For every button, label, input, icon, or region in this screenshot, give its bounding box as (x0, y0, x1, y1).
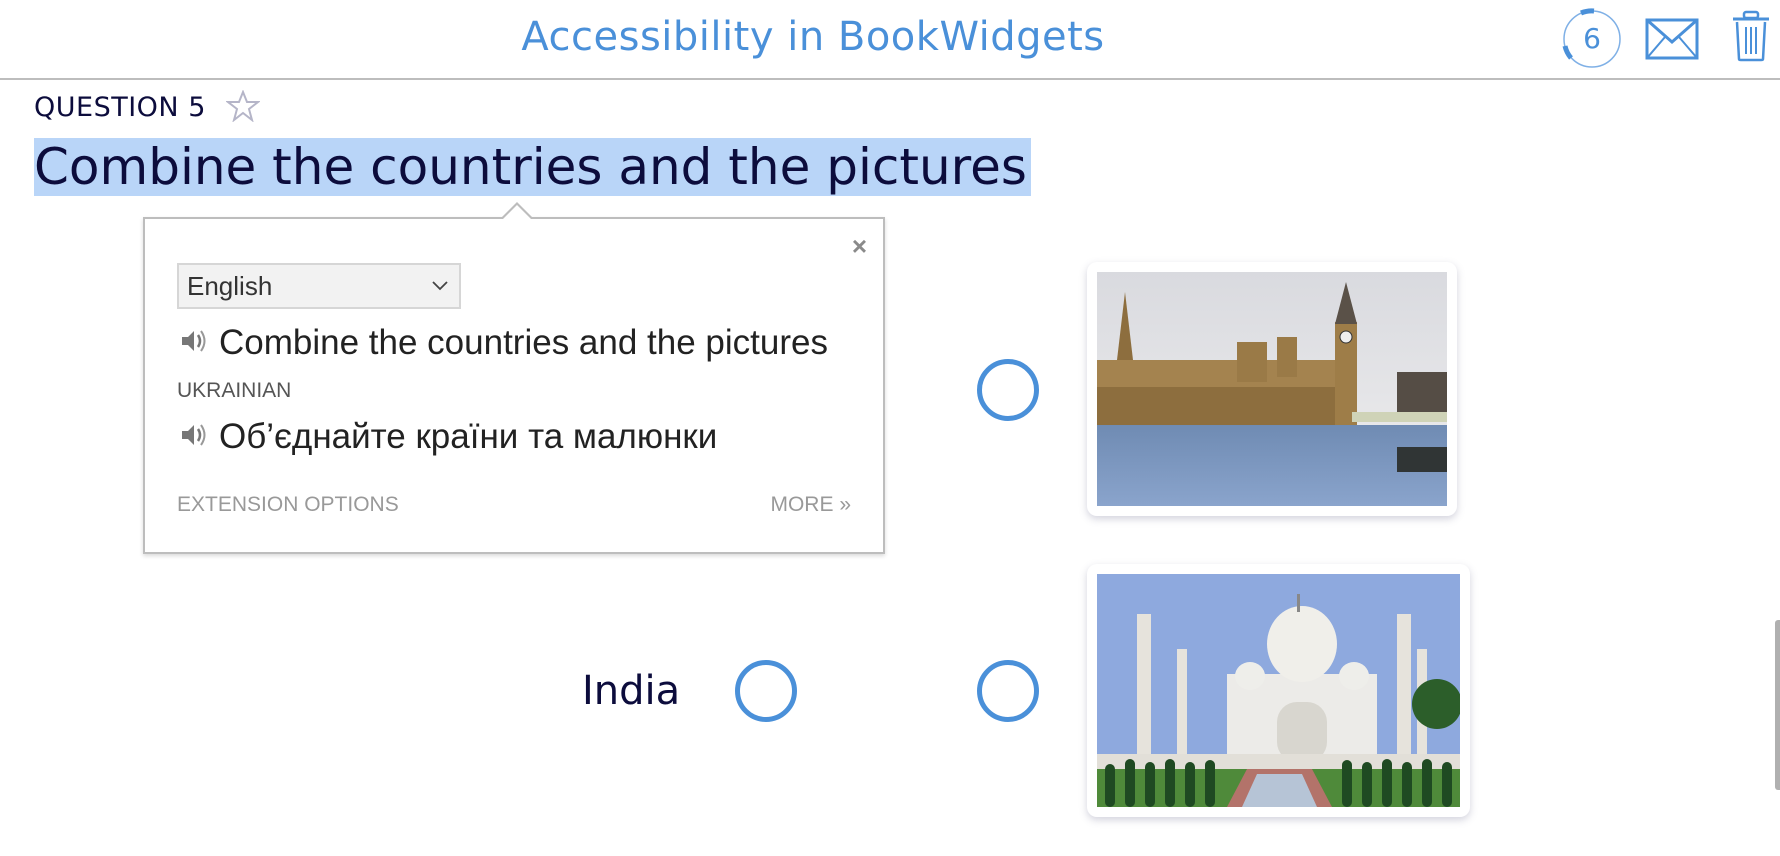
speaker-icon[interactable] (179, 325, 209, 365)
speaker-icon[interactable] (179, 419, 209, 459)
match-dot-left-india[interactable] (735, 660, 797, 722)
translated-text: Об’єднайте країни та малюнки (219, 417, 718, 456)
source-language-value: English (187, 271, 273, 301)
translate-popup: × English Combine the countries and the … (143, 202, 885, 554)
picture-card-2[interactable] (1087, 564, 1470, 817)
more-link[interactable]: MORE » (770, 493, 851, 517)
extension-options-link[interactable]: EXTENSION OPTIONS (177, 493, 399, 517)
country-label: India (582, 668, 681, 714)
source-text: Combine the countries and the pictures (219, 323, 828, 362)
match-dot-right-2[interactable] (977, 660, 1039, 722)
chevron-down-icon (431, 265, 449, 319)
question-title: Combine the countries and the pictures (34, 138, 1031, 196)
vertical-scrollbar[interactable] (1775, 620, 1780, 790)
target-language-label: UKRAINIAN (177, 379, 292, 402)
translated-text-row: Об’єднайте країни та малюнки (179, 417, 717, 459)
mail-button[interactable] (1645, 18, 1699, 64)
app-title: Accessibility in BookWidgets (521, 14, 1105, 60)
delete-button[interactable] (1731, 10, 1771, 66)
picture-card-1[interactable] (1087, 262, 1457, 516)
question-number: QUESTION 5 (34, 92, 206, 123)
close-popup-button[interactable]: × (852, 231, 867, 262)
taj-mahal-image (1097, 574, 1460, 807)
app-header: Accessibility in BookWidgets 6 (0, 0, 1780, 80)
progress-indicator[interactable]: 6 (1561, 8, 1623, 70)
favorite-button[interactable] (225, 89, 261, 126)
match-dot-right-1[interactable] (977, 359, 1039, 421)
progress-count: 6 (1583, 22, 1601, 55)
trash-icon (1733, 10, 1769, 62)
star-outline-icon (225, 89, 261, 123)
source-text-row: Combine the countries and the pictures (179, 323, 828, 365)
source-language-select[interactable]: English (177, 263, 461, 309)
mail-icon (1645, 18, 1699, 60)
london-image (1097, 272, 1447, 506)
